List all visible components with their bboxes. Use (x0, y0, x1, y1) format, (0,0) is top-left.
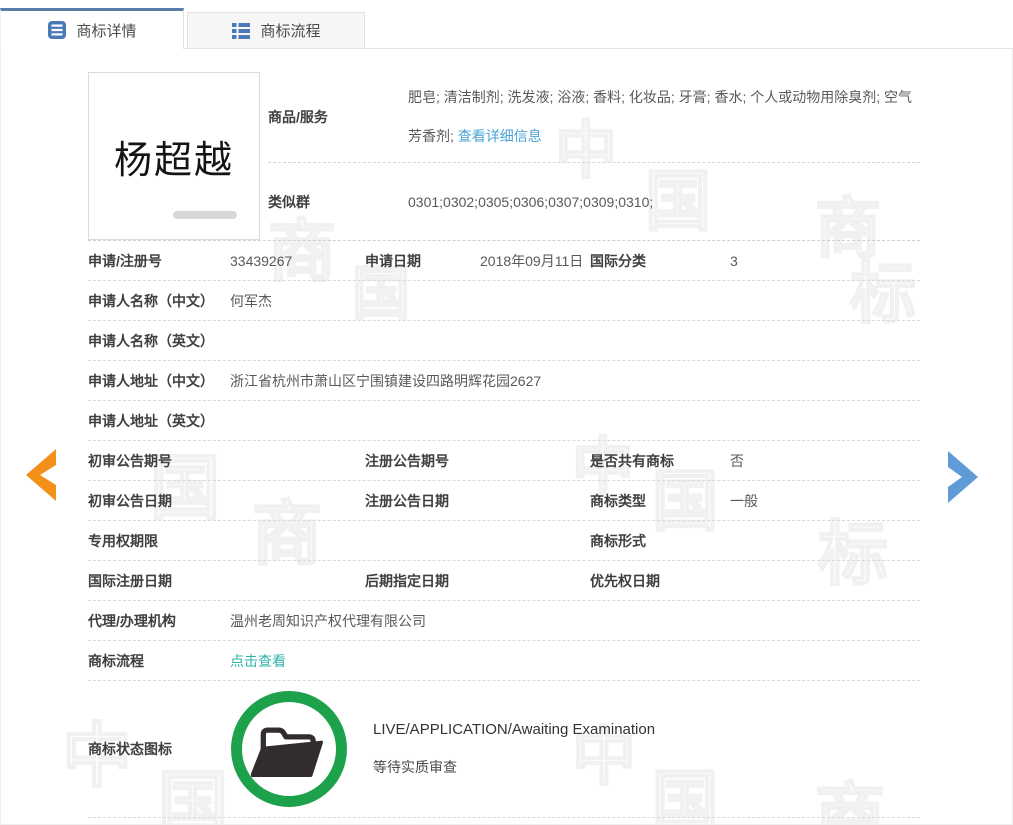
trademark-status-row: 商标状态图标 LIVE/APPLICATION/Awaiting Examina… (88, 681, 920, 818)
field-label: 国际分类 (590, 251, 730, 271)
field-value: 33439267 (230, 253, 365, 269)
table-row: 申请/注册号 33439267 申请日期 2018年09月11日 国际分类 3 (88, 241, 920, 281)
field-label: 商标形式 (590, 531, 730, 551)
field-label: 后期指定日期 (365, 571, 480, 591)
detail-panel: 杨超越 商品/服务 肥皂; 清洁制剂; 洗发液; 浴液; 香料; 化妆品; 牙膏… (0, 48, 1013, 825)
document-lines-icon (47, 20, 67, 40)
field-label: 初审公告期号 (88, 451, 230, 471)
field-value: 温州老周知识产权代理有限公司 (230, 611, 920, 631)
field-label: 代理/办理机构 (88, 611, 230, 631)
field-value: 何军杰 (230, 291, 920, 311)
goods-services-label: 商品/服务 (268, 107, 408, 127)
table-row: 申请人名称（中文） 何军杰 (88, 281, 920, 321)
table-row: 专用权期限 商标形式 (88, 521, 920, 561)
click-to-view-link[interactable]: 点击查看 (230, 651, 286, 671)
trademark-image-text: 杨超越 (114, 129, 234, 184)
goods-services-value: 肥皂; 清洁制剂; 洗发液; 浴液; 香料; 化妆品; 牙膏; 香水; 个人或动… (408, 78, 920, 156)
field-label: 商标流程 (88, 651, 230, 671)
field-label: 是否共有商标 (590, 451, 730, 471)
similar-group-row: 类似群 0301;0302;0305;0306;0307;0309;0310; (268, 163, 920, 240)
field-label: 申请人名称（英文） (88, 331, 230, 351)
field-value: 一般 (730, 491, 920, 511)
field-label: 申请人地址（英文） (88, 411, 230, 431)
table-row: 申请人地址（英文） (88, 401, 920, 441)
tab-trademark-process[interactable]: 商标流程 (187, 12, 365, 48)
field-label: 注册公告日期 (365, 491, 480, 511)
prev-arrow-button[interactable] (22, 447, 58, 503)
tab-trademark-detail[interactable]: 商标详情 (0, 8, 184, 49)
similar-group-value: 0301;0302;0305;0306;0307;0309;0310; (408, 194, 653, 210)
field-label: 专用权期限 (88, 531, 230, 551)
table-row: 申请人名称（英文） (88, 321, 920, 361)
view-details-link[interactable]: 查看详细信息 (458, 128, 542, 144)
field-value: 3 (730, 253, 920, 269)
top-section: 杨超越 商品/服务 肥皂; 清洁制剂; 洗发液; 浴液; 香料; 化妆品; 牙膏… (88, 72, 920, 240)
field-label: 优先权日期 (590, 571, 730, 591)
tab-label: 商标详情 (76, 20, 136, 41)
open-folder-icon (251, 718, 327, 780)
field-label: 初审公告日期 (88, 491, 230, 511)
table-row: 商标流程 点击查看 (88, 641, 920, 681)
field-value: 否 (730, 451, 920, 471)
goods-services-row: 商品/服务 肥皂; 清洁制剂; 洗发液; 浴液; 香料; 化妆品; 牙膏; 香水… (268, 72, 920, 163)
similar-group-label: 类似群 (268, 192, 408, 212)
tab-label: 商标流程 (260, 20, 320, 41)
table-row: 初审公告期号 注册公告期号 是否共有商标 否 (88, 441, 920, 481)
status-green-ring (231, 691, 347, 807)
table-row: 国际注册日期 后期指定日期 优先权日期 (88, 561, 920, 601)
trademark-detail-page: 中 国 商 商 标 国 国 商 中 国 标 中 国 中 国 商 商标详情 (0, 0, 1013, 825)
field-label: 申请人名称（中文） (88, 291, 230, 311)
field-label: 申请/注册号 (88, 251, 230, 271)
field-label: 商标类型 (590, 491, 730, 511)
table-row: 代理/办理机构 温州老周知识产权代理有限公司 (88, 601, 920, 641)
trademark-image-watermark-bar (173, 211, 237, 219)
field-label: 申请人地址（中文） (88, 371, 230, 391)
field-label: 申请日期 (365, 251, 480, 271)
next-arrow-button[interactable] (946, 449, 982, 505)
field-value: 2018年09月11日 (480, 251, 590, 271)
table-row: 申请人地址（中文） 浙江省杭州市萧山区宁围镇建设四路明辉花园2627 (88, 361, 920, 401)
field-value: 浙江省杭州市萧山区宁围镇建设四路明辉花园2627 (230, 371, 920, 391)
tab-bar: 商标详情 商标流程 (0, 0, 1013, 48)
field-label: 国际注册日期 (88, 571, 230, 591)
table-row: 初审公告日期 注册公告日期 商标类型 一般 (88, 481, 920, 521)
status-label: 商标状态图标 (88, 739, 230, 759)
status-text-en: LIVE/APPLICATION/Awaiting Examination (373, 721, 655, 738)
status-text-cn: 等待实质审查 (373, 757, 655, 777)
trademark-image: 杨超越 (88, 72, 260, 240)
field-label: 注册公告期号 (365, 451, 480, 471)
list-view-icon (231, 22, 251, 40)
